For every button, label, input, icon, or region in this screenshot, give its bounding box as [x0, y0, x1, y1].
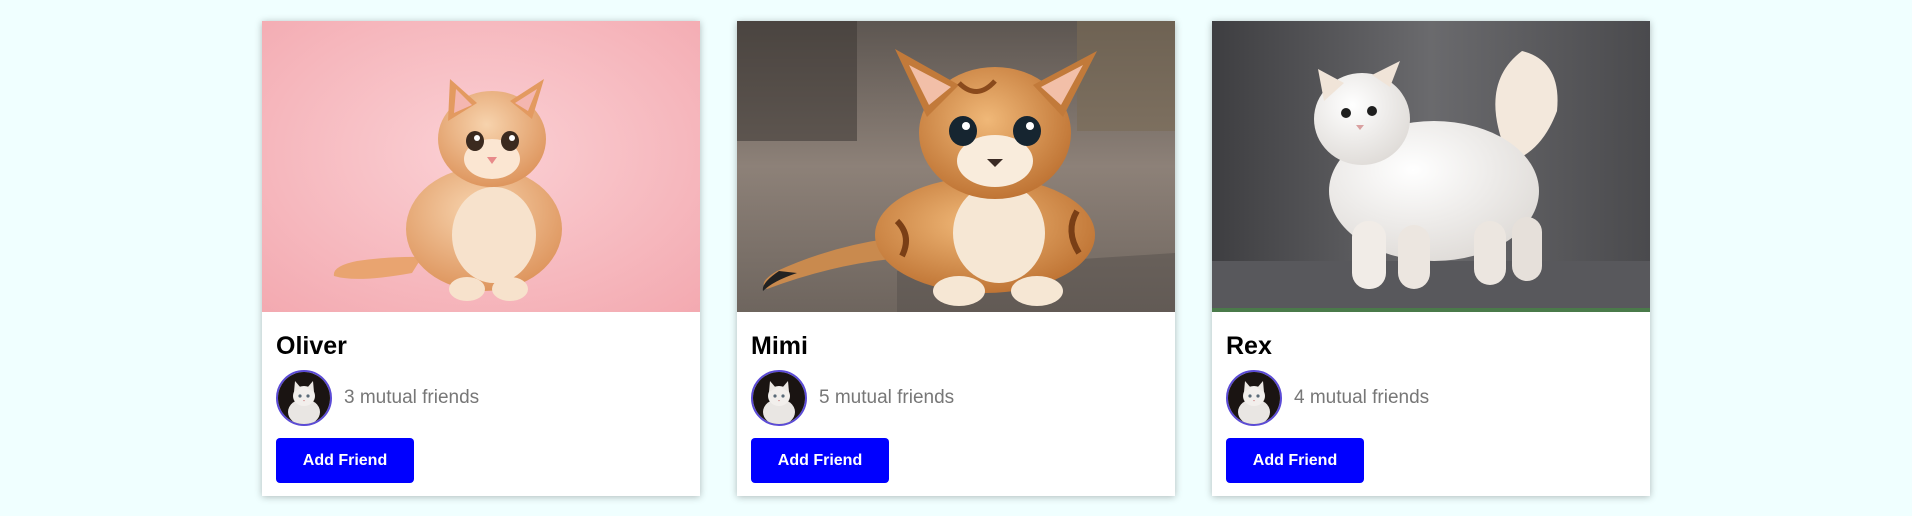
cat-photo	[737, 21, 1175, 312]
add-friend-button[interactable]: Add Friend	[276, 438, 414, 483]
mutual-friends-count: 4 mutual friends	[1294, 387, 1430, 408]
friend-suggestions: Oliver 3 mutual friends Add Friend Mimi …	[262, 21, 1650, 496]
cat-photo	[1212, 21, 1650, 312]
mutual-friend-avatar	[751, 370, 807, 426]
add-friend-button[interactable]: Add Friend	[1226, 438, 1364, 483]
mutual-friends-row: 5 mutual friends	[751, 370, 1161, 426]
cat-photo	[262, 21, 700, 312]
mutual-friends-count: 5 mutual friends	[819, 387, 955, 408]
add-friend-button[interactable]: Add Friend	[751, 438, 889, 483]
mutual-friends-row: 3 mutual friends	[276, 370, 686, 426]
mutual-friend-avatar	[276, 370, 332, 426]
mutual-friends-row: 4 mutual friends	[1226, 370, 1636, 426]
friend-name: Oliver	[276, 332, 347, 360]
friend-card-oliver: Oliver 3 mutual friends Add Friend	[262, 21, 700, 496]
friend-name: Mimi	[751, 332, 808, 360]
friend-name: Rex	[1226, 332, 1272, 360]
mutual-friends-count: 3 mutual friends	[344, 387, 480, 408]
friend-card-mimi: Mimi 5 mutual friends Add Friend	[737, 21, 1175, 496]
friend-card-rex: Rex 4 mutual friends Add Friend	[1212, 21, 1650, 496]
mutual-friend-avatar	[1226, 370, 1282, 426]
